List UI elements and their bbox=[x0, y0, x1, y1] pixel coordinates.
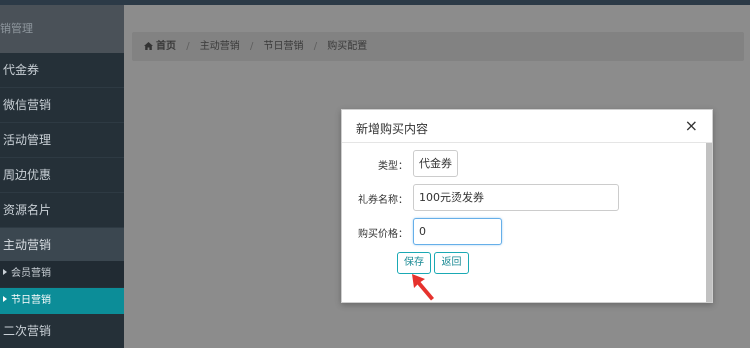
breadcrumb-home[interactable]: 首页 bbox=[156, 41, 176, 52]
sidebar-item-active-marketing[interactable]: 主动营销 bbox=[0, 228, 124, 263]
price-label: 购买价格： bbox=[358, 229, 408, 240]
breadcrumb-separator: / bbox=[249, 41, 254, 52]
type-label: 类型： bbox=[378, 161, 408, 172]
close-icon[interactable]: × bbox=[685, 116, 698, 136]
modal-scrollbar[interactable] bbox=[706, 143, 712, 302]
sidebar-item-resource-cards[interactable]: 资源名片 bbox=[0, 193, 124, 228]
type-select[interactable]: 代金券 bbox=[413, 150, 458, 177]
breadcrumb-separator: / bbox=[313, 41, 318, 52]
breadcrumb-separator: / bbox=[186, 41, 190, 52]
add-purchase-modal: 新增购买内容 × 类型： 代金券 礼券名称： 100元烫发券 购买价格： 0 保… bbox=[341, 109, 713, 303]
back-button[interactable]: 返回 bbox=[434, 252, 469, 274]
save-button[interactable]: 保存 bbox=[397, 252, 431, 274]
sidebar-header: 销管理 bbox=[0, 5, 124, 53]
breadcrumb: 首页 / 主动营销 / 节日营销 / 购买配置 bbox=[132, 32, 744, 61]
home-icon bbox=[144, 42, 153, 50]
red-arrow-icon bbox=[410, 272, 438, 305]
sidebar: 销管理 代金券 微信营销 活动管理 周边优惠 资源名片 主动营销 会员营销 节日… bbox=[0, 5, 124, 348]
breadcrumb-item: 购买配置 bbox=[327, 41, 368, 52]
breadcrumb-item[interactable]: 节日营销 bbox=[264, 41, 304, 52]
sidebar-subitem-holiday-marketing[interactable]: 节日营销 bbox=[0, 288, 124, 314]
modal-title: 新增购买内容 bbox=[356, 122, 429, 136]
modal-divider bbox=[342, 142, 712, 143]
sidebar-item-wechat-marketing[interactable]: 微信营销 bbox=[0, 88, 124, 123]
sidebar-item-activity-management[interactable]: 活动管理 bbox=[0, 123, 124, 158]
sidebar-subitem-label: 节日营销 bbox=[11, 295, 51, 306]
sidebar-subitem-label: 会员营销 bbox=[11, 268, 51, 279]
price-input[interactable]: 0 bbox=[413, 218, 502, 245]
sidebar-subitem-member-marketing[interactable]: 会员营销 bbox=[0, 261, 124, 287]
sidebar-item-vouchers[interactable]: 代金券 bbox=[0, 53, 124, 88]
sidebar-item-nearby-offers[interactable]: 周边优惠 bbox=[0, 158, 124, 193]
caret-right-icon bbox=[3, 296, 7, 302]
voucher-name-input[interactable]: 100元烫发券 bbox=[413, 184, 619, 211]
voucher-name-label: 礼券名称： bbox=[358, 195, 408, 206]
breadcrumb-item[interactable]: 主动营销 bbox=[200, 41, 240, 52]
sidebar-item-secondary-marketing[interactable]: 二次营销 bbox=[0, 314, 124, 348]
caret-right-icon bbox=[3, 269, 7, 275]
